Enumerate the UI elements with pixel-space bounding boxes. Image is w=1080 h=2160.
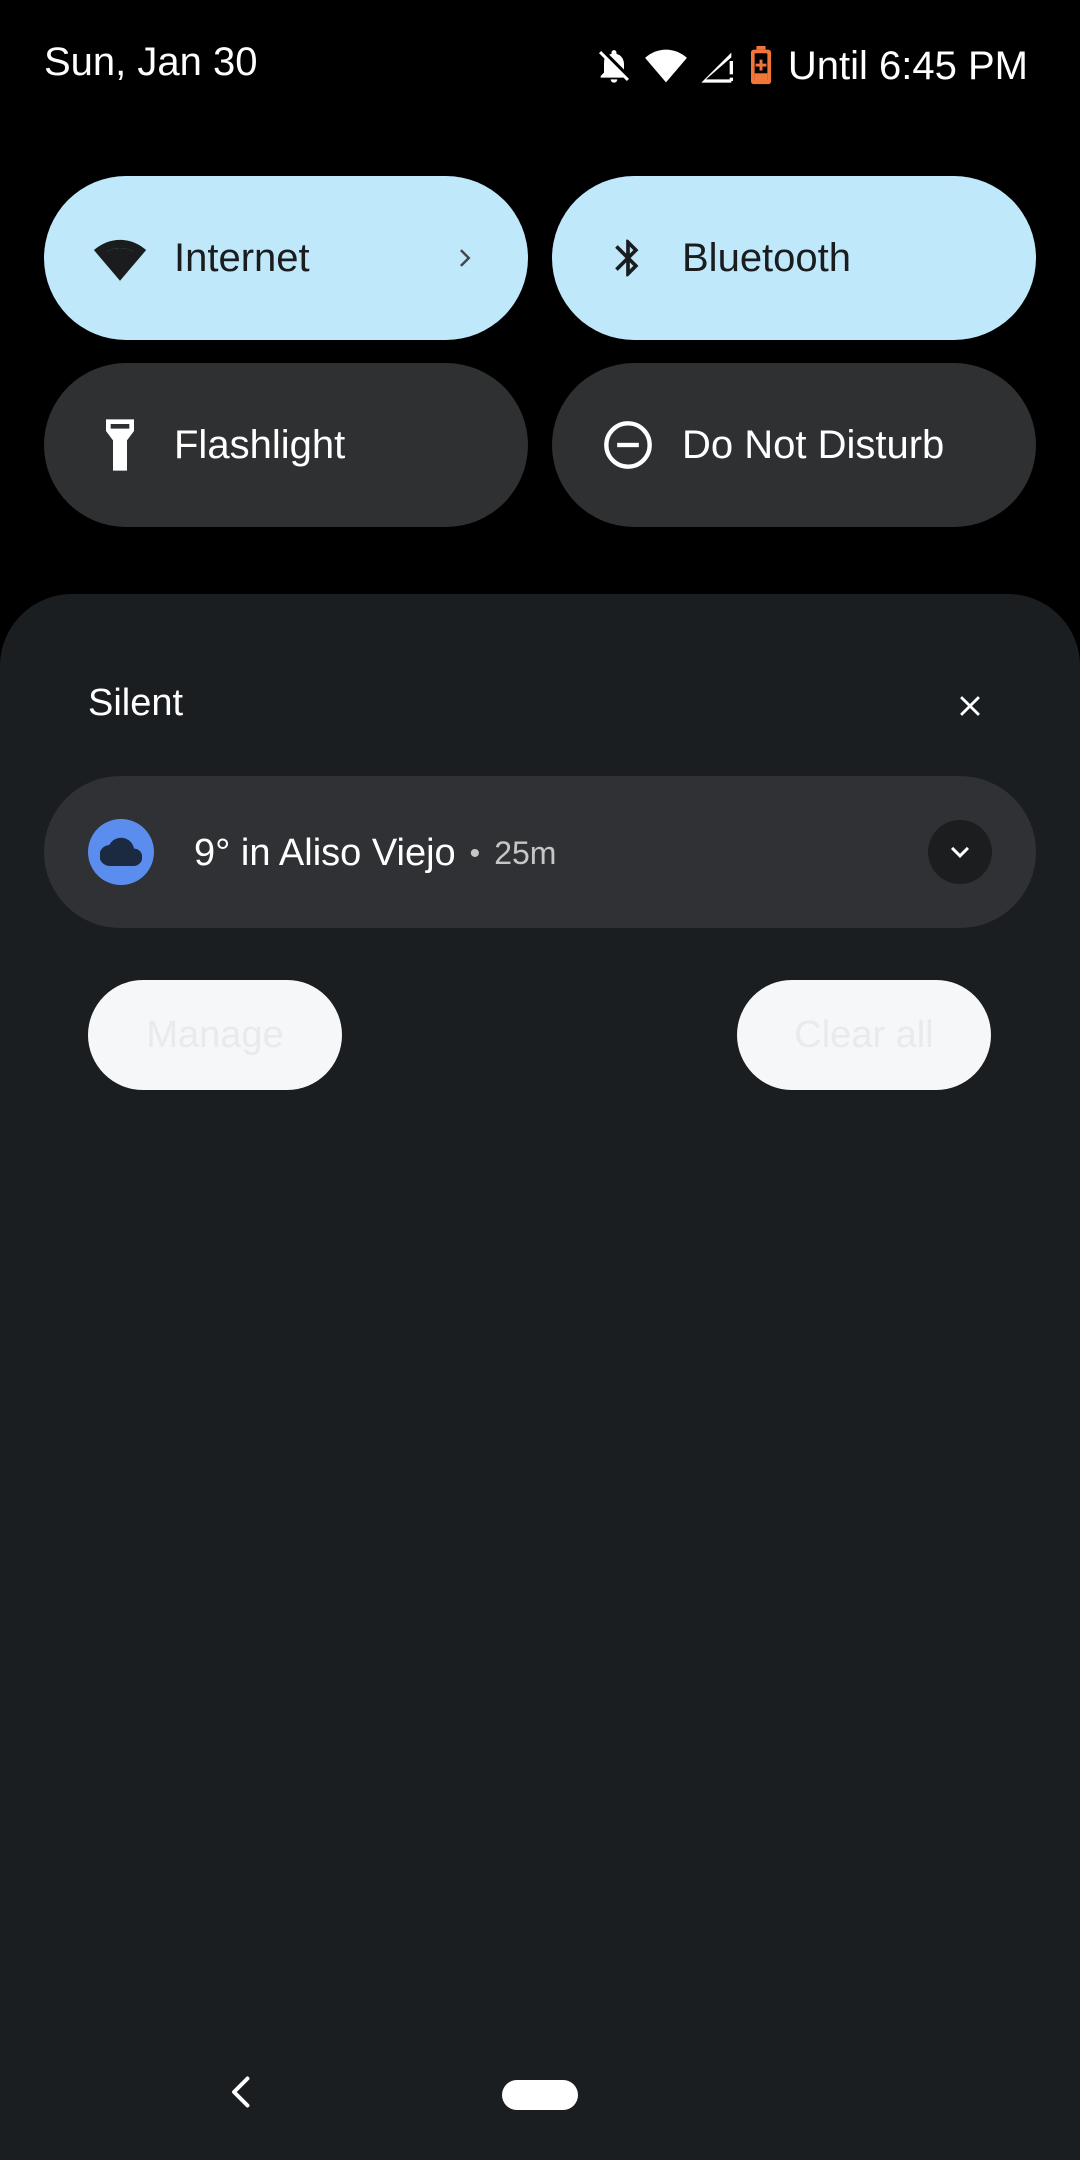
do-not-disturb-icon [596, 413, 660, 477]
bell-off-icon [594, 46, 634, 86]
section-header-silent: Silent [88, 682, 184, 724]
tile-bluetooth-label: Bluetooth [682, 235, 852, 280]
status-date: Sun, Jan 30 [44, 40, 258, 84]
chevron-down-icon [951, 846, 969, 858]
tile-internet-label: Internet [174, 235, 310, 280]
notification-title: 9° in Aliso Viejo [194, 832, 456, 874]
flashlight-icon [88, 413, 152, 477]
tile-internet[interactable]: Internet [44, 176, 528, 340]
notification-separator: • [469, 836, 481, 870]
chevron-right-icon [448, 240, 484, 276]
tile-bluetooth[interactable]: Bluetooth [552, 176, 1036, 340]
notification-weather[interactable]: 9° in Aliso Viejo • 25m [44, 776, 1036, 928]
tile-flashlight-label: Flashlight [174, 422, 346, 467]
battery-saver-icon [748, 46, 774, 86]
bluetooth-icon [596, 226, 660, 290]
tile-do-not-disturb[interactable]: Do Not Disturb [552, 363, 1036, 527]
back-icon [232, 2076, 250, 2108]
cloud-icon [88, 819, 154, 885]
status-icons: Until 6:45 PM [594, 40, 1028, 92]
tile-flashlight[interactable]: Flashlight [44, 363, 528, 527]
manage-button[interactable]: Manage [88, 980, 342, 1090]
tile-dnd-label: Do Not Disturb [682, 422, 945, 467]
wifi-icon [88, 226, 152, 290]
notification-shade-screen: Sun, Jan 30 Until 6:45 PM Internet Bluet… [0, 0, 1080, 2160]
notification-panel: Silent 9° in Aliso Viejo • 25m Manage Cl… [0, 594, 1080, 2160]
home-handle[interactable] [502, 2080, 578, 2110]
close-icon [960, 696, 980, 716]
clear-all-button[interactable]: Clear all [737, 980, 991, 1090]
battery-saver-text: Until 6:45 PM [787, 43, 1028, 88]
back-button[interactable] [222, 2074, 258, 2110]
notification-meta: 9° in Aliso Viejo • 25m [194, 832, 556, 875]
notification-time: 25m [494, 835, 557, 871]
status-bar: Sun, Jan 30 Until 6:45 PM [0, 0, 1080, 130]
cell-signal-icon [698, 46, 738, 86]
wifi-icon [644, 46, 688, 86]
expand-notification-button[interactable] [928, 820, 992, 884]
dismiss-section-button[interactable] [950, 686, 990, 726]
